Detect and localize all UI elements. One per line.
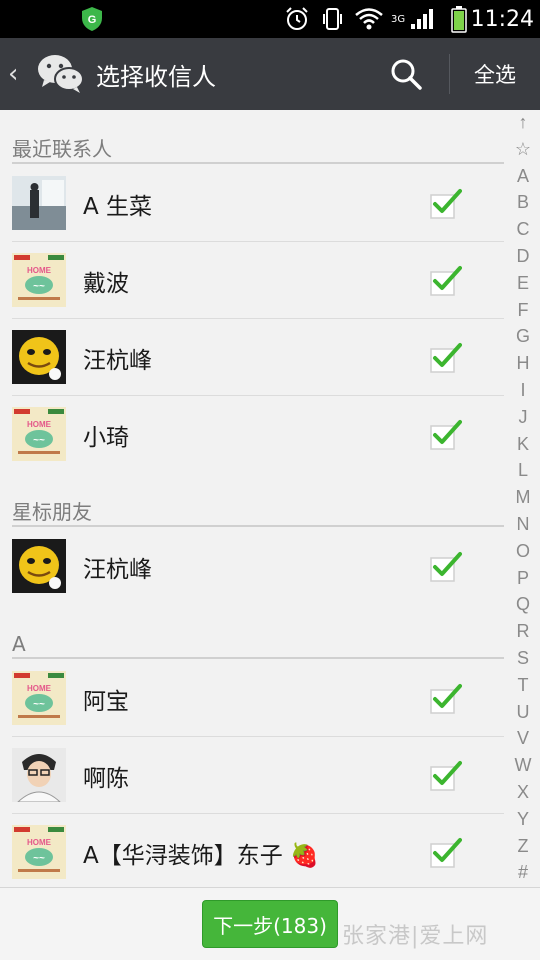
index-letter[interactable]: E bbox=[506, 273, 540, 294]
checkbox-checked-icon[interactable] bbox=[430, 187, 462, 219]
contact-name: 戴波 bbox=[83, 270, 129, 297]
index-letter[interactable]: Y bbox=[506, 809, 540, 830]
index-letter[interactable]: U bbox=[506, 702, 540, 723]
watermark: 张家港|爱上网 bbox=[342, 924, 489, 949]
vibrate-icon bbox=[322, 0, 344, 38]
contact-name: 汪杭峰 bbox=[83, 556, 152, 583]
action-bar: ‹ 选择收信人 全选 bbox=[0, 38, 540, 110]
network-type: 3G bbox=[391, 13, 406, 25]
svg-text:~~: ~~ bbox=[33, 281, 45, 292]
index-letter[interactable]: C bbox=[506, 219, 540, 240]
index-letter[interactable]: X bbox=[506, 782, 540, 803]
contact-row[interactable]: HOME ~~ 阿宝 bbox=[0, 660, 506, 737]
checkbox-checked-icon[interactable] bbox=[430, 264, 462, 296]
index-letter[interactable]: ↑ bbox=[506, 112, 540, 133]
index-letter[interactable]: Q bbox=[506, 594, 540, 615]
index-letter[interactable]: O bbox=[506, 541, 540, 562]
clock: 11:24 bbox=[470, 6, 534, 32]
status-bar: G 3G 11:24 bbox=[0, 0, 540, 38]
index-letter[interactable]: K bbox=[506, 434, 540, 455]
index-letter[interactable]: F bbox=[506, 300, 540, 321]
search-icon[interactable] bbox=[388, 56, 424, 92]
contact-name: 汪杭峰 bbox=[83, 347, 152, 374]
section-header-starred: 星标朋友 bbox=[12, 499, 504, 527]
index-letter[interactable]: B bbox=[506, 192, 540, 213]
svg-text:HOME: HOME bbox=[27, 684, 52, 693]
battery-icon bbox=[450, 0, 468, 38]
checkbox-checked-icon[interactable] bbox=[430, 836, 462, 868]
avatar bbox=[12, 330, 66, 384]
contact-name: A【华浔装饰】东子 🍓 bbox=[83, 842, 319, 869]
alarm-icon bbox=[284, 0, 310, 38]
contact-list[interactable]: 最近联系人 A 生菜 HOME ~~ 戴波 汪杭峰 HOME ~~ 小琦 星标朋友 bbox=[0, 110, 506, 887]
index-letter[interactable]: V bbox=[506, 728, 540, 749]
svg-text:HOME: HOME bbox=[27, 838, 52, 847]
contact-name: A 生菜 bbox=[83, 193, 153, 220]
next-button[interactable]: 下一步(183) bbox=[202, 900, 338, 948]
signal-icon bbox=[410, 0, 436, 38]
index-letter[interactable]: A bbox=[506, 166, 540, 187]
avatar bbox=[12, 539, 66, 593]
wechat-logo-icon bbox=[36, 52, 86, 96]
avatar: HOME ~~ bbox=[12, 671, 66, 725]
index-letter[interactable]: J bbox=[506, 407, 540, 428]
bottom-bar: 下一步(183) 张家港|爱上网 bbox=[0, 887, 540, 960]
contact-row[interactable]: 汪杭峰 bbox=[0, 528, 506, 605]
contact-row[interactable]: 啊陈 bbox=[0, 737, 506, 814]
index-letter[interactable]: I bbox=[506, 380, 540, 401]
index-letter[interactable]: ☆ bbox=[506, 139, 540, 160]
index-letter[interactable]: M bbox=[506, 487, 540, 508]
contact-name: 啊陈 bbox=[83, 765, 129, 792]
avatar: HOME ~~ bbox=[12, 825, 66, 879]
index-letter[interactable]: L bbox=[506, 460, 540, 481]
svg-text:G: G bbox=[88, 14, 97, 26]
svg-text:~~: ~~ bbox=[33, 699, 45, 710]
index-letter[interactable]: D bbox=[506, 246, 540, 267]
contact-name: 小琦 bbox=[83, 424, 129, 451]
index-letter[interactable]: # bbox=[506, 862, 540, 883]
index-letter[interactable]: H bbox=[506, 353, 540, 374]
avatar bbox=[12, 176, 66, 230]
index-letter[interactable]: R bbox=[506, 621, 540, 642]
svg-text:HOME: HOME bbox=[27, 266, 52, 275]
contact-row[interactable]: HOME ~~ 戴波 bbox=[0, 242, 506, 319]
checkbox-checked-icon[interactable] bbox=[430, 550, 462, 582]
checkbox-checked-icon[interactable] bbox=[430, 682, 462, 714]
avatar: HOME ~~ bbox=[12, 253, 66, 307]
section-header-recent: 最近联系人 bbox=[12, 136, 504, 164]
select-all-button[interactable]: 全选 bbox=[450, 38, 540, 110]
index-letter[interactable]: T bbox=[506, 675, 540, 696]
contact-row[interactable]: A 生菜 bbox=[0, 165, 506, 242]
avatar: HOME ~~ bbox=[12, 407, 66, 461]
checkbox-checked-icon[interactable] bbox=[430, 341, 462, 373]
index-letter[interactable]: N bbox=[506, 514, 540, 535]
page-title: 选择收信人 bbox=[96, 62, 216, 91]
index-letter[interactable]: W bbox=[506, 755, 540, 776]
contact-name: 阿宝 bbox=[83, 688, 129, 715]
alphabet-index[interactable]: ↑ ☆ A B C D E F G H I J K L M N O P Q R S T U V W X Y Z # bbox=[506, 110, 540, 887]
wifi-icon bbox=[354, 0, 384, 38]
checkbox-checked-icon[interactable] bbox=[430, 418, 462, 450]
shield-icon: G bbox=[80, 0, 104, 38]
index-letter[interactable]: S bbox=[506, 648, 540, 669]
avatar bbox=[12, 748, 66, 802]
contact-row[interactable]: 汪杭峰 bbox=[0, 319, 506, 396]
index-letter[interactable]: G bbox=[506, 326, 540, 347]
checkbox-checked-icon[interactable] bbox=[430, 759, 462, 791]
section-header-a: A bbox=[12, 631, 504, 659]
index-letter[interactable]: P bbox=[506, 568, 540, 589]
svg-text:~~: ~~ bbox=[33, 435, 45, 446]
svg-text:HOME: HOME bbox=[27, 420, 52, 429]
contact-row[interactable]: HOME ~~ A【华浔装饰】东子 🍓 bbox=[0, 814, 506, 887]
index-letter[interactable]: Z bbox=[506, 836, 540, 857]
svg-text:~~: ~~ bbox=[33, 853, 45, 864]
back-button[interactable]: ‹ bbox=[8, 38, 18, 110]
contact-row[interactable]: HOME ~~ 小琦 bbox=[0, 396, 506, 473]
